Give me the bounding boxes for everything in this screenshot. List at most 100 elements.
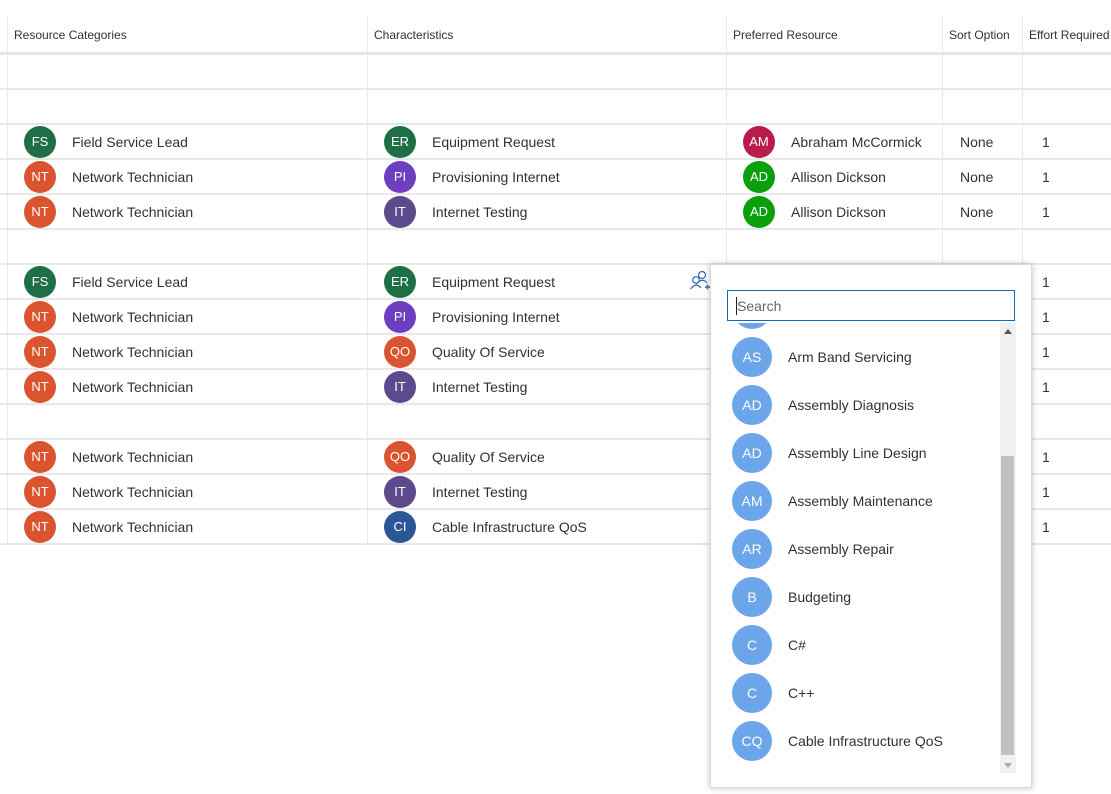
cell-resource-category[interactable]: NT Network Technician xyxy=(8,510,368,543)
cell-characteristic[interactable] xyxy=(368,230,727,263)
cell-preferred-resource[interactable]: AM Abraham McCormick xyxy=(727,125,943,158)
table-row[interactable]: NT Network Technician IT Internet Testing AD… xyxy=(0,195,1111,230)
cell-resource-category[interactable]: NT Network Technician xyxy=(8,300,368,333)
cell-resource-category[interactable] xyxy=(8,55,368,88)
picker-list-item[interactable]: B Budgeting xyxy=(711,573,999,621)
cell-resource-category[interactable]: NT Network Technician xyxy=(8,195,368,228)
table-row[interactable]: NT Network Technician PI Provisioning Inter… xyxy=(0,160,1111,195)
cell-preferred-resource[interactable] xyxy=(727,230,943,263)
column-header-effort-required[interactable]: Effort Required xyxy=(1023,17,1111,52)
cell-resource-category[interactable]: FS Field Service Lead xyxy=(8,265,368,298)
row-selector[interactable] xyxy=(0,370,8,403)
cell-sort-option[interactable]: None xyxy=(943,125,1023,158)
column-header-resource-categories[interactable]: Resource Categories xyxy=(8,17,368,52)
empty-row[interactable] xyxy=(0,230,1111,265)
picker-list-item[interactable]: C C# xyxy=(711,621,999,669)
row-selector[interactable] xyxy=(0,55,8,88)
cell-effort-required[interactable]: 1 xyxy=(1023,195,1111,228)
cell-effort-required[interactable]: 1 xyxy=(1023,335,1111,368)
cell-characteristic[interactable]: ER Equipment Request xyxy=(368,125,727,158)
row-selector[interactable] xyxy=(0,230,8,263)
category-label[interactable]: Network Technician xyxy=(72,379,193,395)
picker-list-item[interactable]: AR Assembly Repair xyxy=(711,525,999,573)
cell-effort-required[interactable]: 1 xyxy=(1023,160,1111,193)
picker-scrollbar[interactable] xyxy=(1000,323,1016,773)
cell-characteristic[interactable]: IT Internet Testing xyxy=(368,475,727,508)
cell-effort-required[interactable]: 1 xyxy=(1023,265,1111,298)
characteristic-label[interactable]: Quality Of Service xyxy=(432,344,545,360)
cell-effort-required[interactable] xyxy=(1023,55,1111,88)
column-header-characteristics[interactable]: Characteristics xyxy=(368,17,727,52)
cell-characteristic[interactable]: PI Provisioning Internet xyxy=(368,300,727,333)
cell-effort-required[interactable] xyxy=(1023,90,1111,123)
category-label[interactable]: Network Technician xyxy=(72,169,193,185)
search-input[interactable] xyxy=(728,291,1014,320)
category-label[interactable]: Field Service Lead xyxy=(72,274,188,290)
cell-effort-required[interactable] xyxy=(1023,230,1111,263)
column-header-sort-option[interactable]: Sort Option xyxy=(943,17,1023,52)
picker-list-item[interactable]: AD Assembly Line Design xyxy=(711,429,999,477)
characteristic-label[interactable]: Internet Testing xyxy=(432,484,527,500)
cell-sort-option[interactable]: None xyxy=(943,160,1023,193)
cell-characteristic[interactable] xyxy=(368,405,727,438)
resource-label[interactable]: Abraham McCormick xyxy=(791,134,922,150)
cell-sort-option[interactable] xyxy=(943,230,1023,263)
cell-effort-required[interactable]: 1 xyxy=(1023,440,1111,473)
cell-preferred-resource[interactable]: AD Allison Dickson xyxy=(727,160,943,193)
row-selector[interactable] xyxy=(0,90,8,123)
characteristic-label[interactable]: Cable Infrastructure QoS xyxy=(432,519,587,535)
picker-list-item[interactable]: CQ Cable Infrastructure QoS xyxy=(711,717,999,765)
category-label[interactable]: Network Technician xyxy=(72,204,193,220)
resource-label[interactable]: Allison Dickson xyxy=(791,204,886,220)
characteristic-label[interactable]: Quality Of Service xyxy=(432,449,545,465)
category-label[interactable]: Field Service Lead xyxy=(72,134,188,150)
scroll-up-button[interactable] xyxy=(1000,323,1016,339)
cell-sort-option[interactable]: None xyxy=(943,195,1023,228)
cell-effort-required[interactable]: 1 xyxy=(1023,300,1111,333)
cell-resource-category[interactable] xyxy=(8,90,368,123)
category-label[interactable]: Network Technician xyxy=(72,344,193,360)
category-label[interactable]: Network Technician xyxy=(72,309,193,325)
resource-label[interactable]: Allison Dickson xyxy=(791,169,886,185)
cell-effort-required[interactable]: 1 xyxy=(1023,510,1111,543)
category-label[interactable]: Network Technician xyxy=(72,519,193,535)
cell-resource-category[interactable]: NT Network Technician xyxy=(8,160,368,193)
picker-list-item[interactable]: AM Assembly Maintenance xyxy=(711,477,999,525)
characteristic-label[interactable]: Provisioning Internet xyxy=(432,309,560,325)
cell-effort-required[interactable] xyxy=(1023,405,1111,438)
row-selector[interactable] xyxy=(0,335,8,368)
cell-sort-option[interactable] xyxy=(943,90,1023,123)
cell-characteristic[interactable]: IT Internet Testing xyxy=(368,370,727,403)
cell-resource-category[interactable]: NT Network Technician xyxy=(8,335,368,368)
characteristic-label[interactable]: Internet Testing xyxy=(432,379,527,395)
cell-characteristic[interactable]: ER Equipment Request xyxy=(368,265,727,298)
row-selector[interactable] xyxy=(0,300,8,333)
row-selector[interactable] xyxy=(0,405,8,438)
category-label[interactable]: Network Technician xyxy=(72,449,193,465)
row-selector[interactable] xyxy=(0,125,8,158)
characteristic-label[interactable]: Equipment Request xyxy=(432,134,555,150)
cell-characteristic[interactable] xyxy=(368,55,727,88)
picker-list-item[interactable]: AS Arm Band Servicing xyxy=(711,333,999,381)
empty-row[interactable] xyxy=(0,90,1111,125)
cell-characteristic[interactable]: QO Quality Of Service xyxy=(368,440,727,473)
cell-resource-category[interactable]: NT Network Technician xyxy=(8,370,368,403)
picker-list-item[interactable] xyxy=(711,323,999,333)
row-selector[interactable] xyxy=(0,265,8,298)
cell-resource-category[interactable]: FS Field Service Lead xyxy=(8,125,368,158)
row-selector[interactable] xyxy=(0,510,8,543)
scroll-down-button[interactable] xyxy=(1000,757,1016,773)
cell-characteristic[interactable]: QO Quality Of Service xyxy=(368,335,727,368)
cell-characteristic[interactable]: PI Provisioning Internet xyxy=(368,160,727,193)
cell-effort-required[interactable]: 1 xyxy=(1023,125,1111,158)
search-box[interactable] xyxy=(727,290,1015,321)
row-selector[interactable] xyxy=(0,440,8,473)
scrollbar-thumb[interactable] xyxy=(1001,456,1014,755)
cell-characteristic[interactable]: CI Cable Infrastructure QoS xyxy=(368,510,727,543)
column-header-preferred-resource[interactable]: Preferred Resource xyxy=(727,17,943,52)
row-selector[interactable] xyxy=(0,195,8,228)
characteristic-label[interactable]: Provisioning Internet xyxy=(432,169,560,185)
cell-effort-required[interactable]: 1 xyxy=(1023,370,1111,403)
characteristic-label[interactable]: Internet Testing xyxy=(432,204,527,220)
table-row[interactable]: FS Field Service Lead ER Equipment Request A… xyxy=(0,125,1111,160)
